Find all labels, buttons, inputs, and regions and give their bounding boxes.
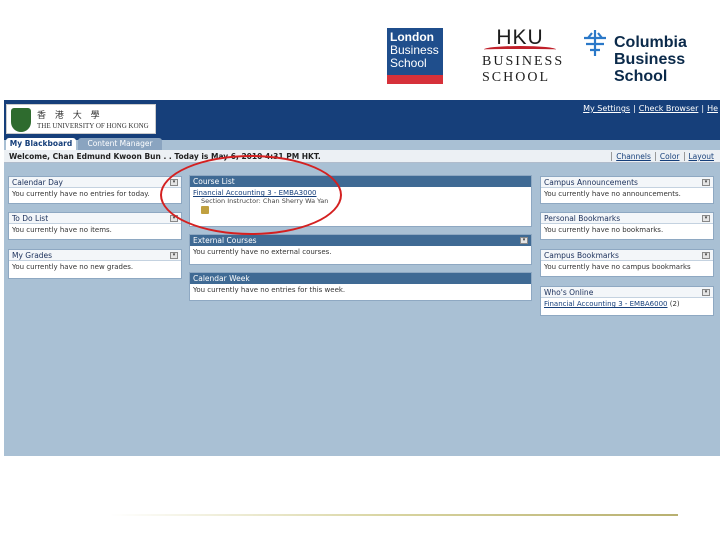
minimize-icon[interactable]: ▾ xyxy=(170,252,178,259)
banner-chinese-name: 香 港 大 學 xyxy=(37,111,103,121)
check-browser-link[interactable]: Check Browser xyxy=(639,104,699,113)
whos-online-module: Who's Online ▾ Financial Accounting 3 - … xyxy=(540,286,714,316)
blackboard-screenshot: 香 港 大 學 THE UNIVERSITY OF HONG KONG My S… xyxy=(4,100,720,456)
minimize-icon[interactable]: ▾ xyxy=(702,179,710,186)
whos-online-title: Who's Online xyxy=(541,287,713,298)
campus-announcements-text: You currently have no announcements. xyxy=(544,190,681,198)
todo-text: You currently have no items. xyxy=(12,226,112,234)
campus-bookmarks-module: Campus Bookmarks ▾ You currently have no… xyxy=(540,249,714,277)
todo-title: To Do List xyxy=(9,213,181,224)
minimize-icon[interactable]: ▾ xyxy=(702,215,710,222)
columbia-crown-icon xyxy=(584,30,606,56)
whos-online-body: Financial Accounting 3 - EMBA6000 (2) xyxy=(541,298,713,310)
external-courses-module: External Courses ▾ You currently have no… xyxy=(189,234,532,265)
external-courses-text: You currently have no external courses. xyxy=(193,248,332,256)
calendar-day-title: Calendar Day xyxy=(9,177,181,188)
my-settings-link[interactable]: My Settings xyxy=(583,104,630,113)
tab-content-manager[interactable]: Content Manager xyxy=(78,138,162,150)
calendar-week-module: Calendar Week You currently have no entr… xyxy=(189,272,532,301)
campus-bookmarks-text: You currently have no campus bookmarks xyxy=(544,263,691,271)
hku-line2: SCHOOL xyxy=(482,70,551,85)
calendar-day-text: You currently have no entries for today. xyxy=(12,190,150,198)
external-courses-title: External Courses xyxy=(190,235,531,246)
campus-announcements-module: Campus Announcements ▾ You currently hav… xyxy=(540,176,714,204)
color-link[interactable]: Color xyxy=(654,152,684,161)
calendar-day-module: Calendar Day ▾ You currently have no ent… xyxy=(8,176,182,204)
footer-rule xyxy=(110,514,678,516)
hku-crest-icon xyxy=(11,108,31,132)
banner-english-name: THE UNIVERSITY OF HONG KONG xyxy=(37,122,149,130)
grades-text: You currently have no new grades. xyxy=(12,263,134,271)
hku-line1: BUSINESS xyxy=(482,54,565,69)
personal-bookmarks-module: Personal Bookmarks ▾ You currently have … xyxy=(540,212,714,240)
campus-announcements-title: Campus Announcements xyxy=(541,177,713,188)
whos-online-course-link[interactable]: Financial Accounting 3 - EMBA6000 xyxy=(544,300,668,308)
grades-module: My Grades ▾ You currently have no new gr… xyxy=(8,249,182,279)
columbia-wordmark: Columbia Business School xyxy=(614,34,687,85)
todo-module: To Do List ▾ You currently have no items… xyxy=(8,212,182,240)
minimize-icon[interactable]: ▾ xyxy=(702,252,710,259)
london-business-school-logo: London Business School xyxy=(387,28,443,84)
calendar-week-text: You currently have no entries for this w… xyxy=(193,286,346,294)
channels-link[interactable]: Channels xyxy=(611,152,655,161)
campus-bookmarks-title: Campus Bookmarks xyxy=(541,250,713,261)
hku-swoosh-icon xyxy=(484,46,556,53)
minimize-icon[interactable]: ▾ xyxy=(702,289,710,296)
minimize-icon[interactable]: ▾ xyxy=(520,237,528,244)
layout-link[interactable]: Layout xyxy=(683,152,718,161)
blackboard-header: 香 港 大 學 THE UNIVERSITY OF HONG KONG My S… xyxy=(4,100,720,140)
personal-bookmarks-text: You currently have no bookmarks. xyxy=(544,226,664,234)
help-link[interactable]: He xyxy=(707,104,718,113)
columbia-business-school-logo: Columbia Business School xyxy=(580,28,710,88)
lbs-red-bar xyxy=(387,75,443,84)
top-links: My Settings | Check Browser | He xyxy=(583,104,718,113)
welcome-bar: Welcome, Chan Edmund Kwoon Bun . . Today… xyxy=(4,150,720,163)
hku-banner: 香 港 大 學 THE UNIVERSITY OF HONG KONG xyxy=(6,104,156,134)
layout-links: Channels Color Layout xyxy=(611,152,718,161)
lbs-wordmark: London Business School xyxy=(390,30,439,70)
tab-my-blackboard[interactable]: My Blackboard xyxy=(6,138,76,150)
course-list-highlight xyxy=(160,155,342,235)
whos-online-count: (2) xyxy=(669,300,680,308)
grades-title: My Grades xyxy=(9,250,181,261)
personal-bookmarks-title: Personal Bookmarks xyxy=(541,213,713,224)
calendar-week-title: Calendar Week xyxy=(190,273,531,284)
hku-business-school-logo: HKU BUSINESS SCHOOL xyxy=(480,26,562,86)
